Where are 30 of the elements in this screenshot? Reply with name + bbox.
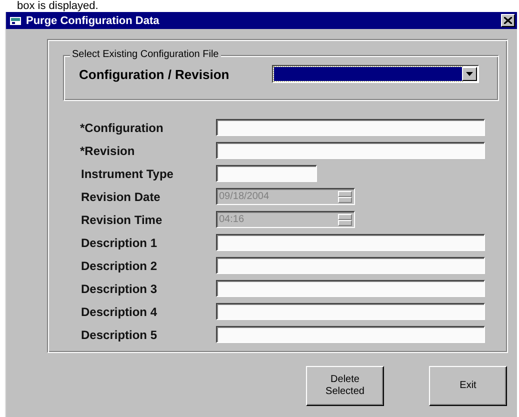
close-icon [504, 17, 512, 24]
spinner-icon [338, 214, 352, 226]
input-field[interactable] [216, 165, 317, 182]
configuration-dropdown[interactable] [272, 65, 479, 83]
field-label: Description 2 [80, 258, 158, 272]
field-label: *Configuration [79, 120, 164, 134]
input-field[interactable] [216, 257, 485, 274]
input-field[interactable] [216, 280, 485, 297]
field-label: Revision Time [80, 212, 164, 226]
close-button[interactable] [501, 14, 515, 27]
dialog-button[interactable]: Delete Selected [306, 366, 384, 406]
field-label: Revision Date [80, 190, 162, 204]
input-field[interactable] [216, 119, 485, 136]
window-title: Purge Configuration Data [26, 14, 160, 26]
field-label: *Revision [79, 144, 136, 158]
field-label: Instrument Type [80, 166, 174, 180]
window-icon [10, 16, 22, 26]
input-field[interactable] [216, 303, 485, 320]
input-field[interactable] [216, 326, 485, 343]
input-field[interactable] [216, 142, 485, 159]
dialog-button[interactable]: Exit [429, 366, 507, 406]
field-label: Configuration / Revision [79, 66, 230, 82]
field-label: Description 1 [80, 236, 158, 250]
caption-text: box is displayed. [16, 0, 100, 12]
field-label: Description 5 [80, 328, 158, 342]
field-label: Description 3 [80, 282, 158, 296]
spinner-icon [338, 190, 352, 202]
field-label: Description 4 [80, 304, 158, 318]
group-title: Select Existing Configuration File [70, 49, 221, 60]
input-field[interactable] [216, 234, 485, 251]
